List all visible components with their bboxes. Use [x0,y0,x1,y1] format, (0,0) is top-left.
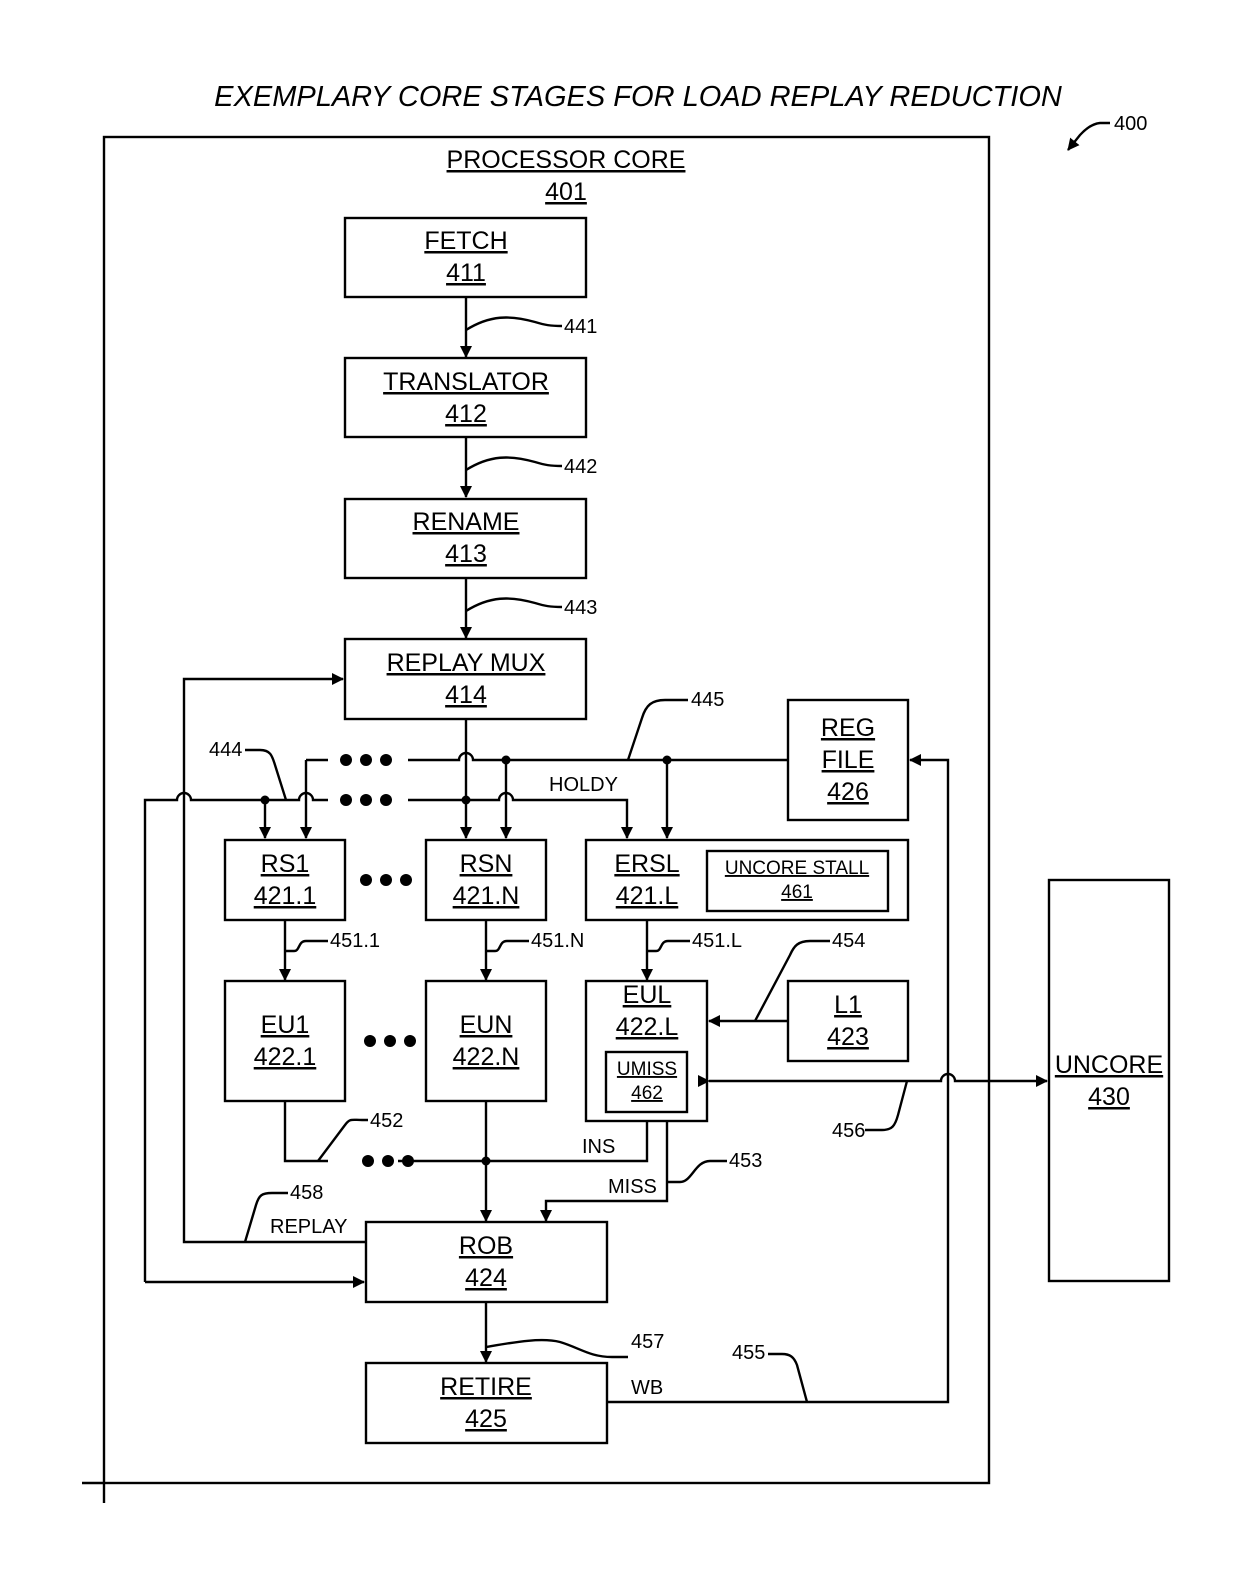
rename-ref: 413 [445,540,487,568]
ref-451-l: 451.L [692,930,742,952]
leader-442 [465,456,563,472]
uncore-stall-label: UNCORE STALL [725,858,869,879]
fetch-ref: 411 [446,259,486,287]
signal-wb: WB [631,1377,663,1399]
ref-452: 452 [370,1110,403,1132]
replay-mux-ref: 414 [445,681,487,709]
ref-441: 441 [564,316,597,338]
rename-block: RENAME 413 [343,497,588,580]
eu1-ref: 422.1 [254,1043,317,1071]
figure-title: EXEMPLARY CORE STAGES FOR LOAD REPLAY RE… [214,81,1062,113]
retire-label: RETIRE [440,1373,532,1401]
eul-block: EUL 422.L UMISS 462 [584,979,709,1123]
leader-444 [245,748,288,801]
replay-mux-block: REPLAY MUX 414 [343,637,588,721]
uncore-label: UNCORE [1055,1051,1163,1079]
reg-file-label-1: REG [821,714,875,742]
leader-451-l [647,939,690,953]
umiss-ref: 462 [631,1083,663,1104]
rsn-block: RSN 421.N [424,838,548,922]
fetch-label: FETCH [424,227,507,255]
eun-ref: 422.N [453,1043,520,1071]
signal-ins: INS [582,1136,615,1158]
leader-453 [667,1159,727,1184]
reg-file-ref: 426 [827,778,869,806]
rs1-block: RS1 421.1 [223,838,347,922]
diagram-canvas: EXEMPLARY CORE STAGES FOR LOAD REPLAY RE… [82,81,1171,1503]
retire-block: RETIRE 425 [364,1361,609,1445]
leader-443 [465,597,563,613]
rs1-ref: 421.1 [254,882,317,910]
eu1-label: EU1 [261,1011,310,1039]
l1-block: L1 423 [786,979,910,1063]
figure-ref-400: 400 [1067,113,1147,151]
ref-444: 444 [209,739,242,761]
signal-replay: REPLAY [270,1216,347,1238]
ref-457: 457 [631,1331,664,1353]
processor-core-ref: 401 [545,178,587,206]
rob-block: ROB 424 [364,1220,609,1304]
eu1-block: EU1 422.1 [223,979,347,1103]
rsn-label: RSN [460,850,513,878]
leader-441 [465,316,563,332]
bus-445 [300,751,788,839]
ref-445: 445 [691,689,724,711]
figure-ref-label: 400 [1114,113,1147,135]
leader-456 [865,1080,909,1132]
leader-452 [317,1118,368,1162]
umiss-label: UMISS [617,1059,677,1080]
rename-label: RENAME [413,508,520,536]
ersl-block: ERSL 421.L UNCORE STALL 461 [584,838,910,922]
eu-ellipsis [364,1035,416,1047]
reg-file-label-2: FILE [822,746,875,774]
translator-ref: 412 [445,400,487,428]
ref-442: 442 [564,456,597,478]
eul-ref: 422.L [616,1013,679,1041]
leader-445 [626,698,688,761]
l1-ref: 423 [827,1023,869,1051]
leader-451-n [486,939,529,953]
replay-mux-label: REPLAY MUX [387,649,546,677]
ref-453: 453 [729,1150,762,1172]
arrow-456 [698,1072,1048,1087]
rob-label: ROB [459,1232,513,1260]
processor-core-label: PROCESSOR CORE [447,146,686,174]
ref-458: 458 [290,1182,323,1204]
ref-454: 454 [832,930,865,952]
l1-label: L1 [834,991,862,1019]
signal-miss: MISS [608,1176,657,1198]
eun-label: EUN [460,1011,513,1039]
ref-455: 455 [732,1342,765,1364]
ersl-label: ERSL [614,850,679,878]
rs1-label: RS1 [261,850,310,878]
leader-455 [768,1352,809,1403]
eun-block: EUN 422.N [424,979,548,1103]
eul-label: EUL [623,981,672,1009]
ref-451-1: 451.1 [330,930,380,952]
figure-ref-arrow-icon [1067,121,1110,151]
ersl-ref: 421.L [616,882,679,910]
translator-block: TRANSLATOR 412 [343,356,588,439]
uncore-stall-ref: 461 [781,882,813,903]
reg-file-block: REG FILE 426 [786,698,910,822]
rob-ref: 424 [465,1264,507,1292]
retire-ref: 425 [465,1405,507,1433]
uncore-block: UNCORE 430 [1047,878,1171,1283]
leader-457 [485,1338,628,1359]
uncore-ref: 430 [1088,1083,1130,1111]
fetch-block: FETCH 411 [343,216,588,299]
ref-451-n: 451.N [531,930,584,952]
translator-label: TRANSLATOR [383,368,549,396]
leader-451-1 [285,939,328,953]
ref-443: 443 [564,597,597,619]
rsn-ref: 421.N [453,882,520,910]
ref-456: 456 [832,1120,865,1142]
rs-ellipsis [360,874,412,886]
signal-holdy: HOLDY [549,774,618,796]
